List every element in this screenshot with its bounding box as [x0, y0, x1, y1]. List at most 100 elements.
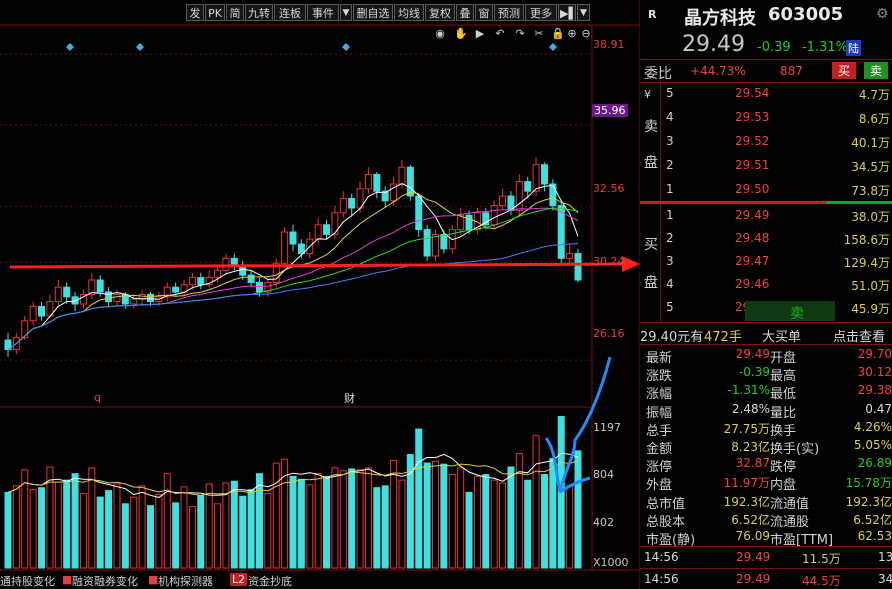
candle-body: [432, 233, 439, 257]
candle-body: [222, 257, 230, 271]
volume-bar: [63, 479, 71, 569]
candle-body: [515, 181, 523, 211]
ask-price[interactable]: 29.52: [735, 134, 769, 148]
ask-price[interactable]: 29.53: [735, 110, 769, 124]
tab-bottom-fishing[interactable]: 资金抄底: [248, 573, 292, 589]
stat-label-2: 最低: [770, 387, 797, 403]
ask-price[interactable]: 29.51: [735, 158, 769, 172]
volume-bar: [214, 503, 222, 569]
bid-price[interactable]: 29.47: [735, 254, 769, 268]
weibi-label: 委比: [644, 66, 672, 82]
stock-code: 603005: [768, 4, 844, 25]
stat-label: 涨跌: [646, 369, 673, 385]
bid-volume: 158.6万: [843, 233, 890, 247]
bid-price[interactable]: 29.49: [735, 208, 769, 222]
tick-time: 14:56: [644, 572, 679, 586]
volume-bar: [381, 485, 389, 569]
tick-volume: 11.5万: [802, 552, 841, 566]
volume-bar: [515, 453, 523, 569]
volume-bar: [457, 467, 465, 569]
volume-bar: [121, 503, 129, 569]
volume-bar: [473, 475, 481, 569]
volume-bar: [29, 489, 37, 569]
bid-price[interactable]: 29.46: [735, 277, 769, 291]
stat-label-2: 流通值: [770, 496, 810, 512]
ask-volume: 34.5万: [851, 160, 890, 174]
volume-bar: [155, 493, 163, 569]
stat-value-2: 62.53: [857, 529, 892, 543]
event-marker-diamond: [342, 43, 350, 51]
candle-body: [323, 224, 331, 235]
volume-bars-group: [4, 416, 582, 569]
stat-value-2: 29.70: [857, 347, 892, 361]
candle-body: [440, 233, 448, 250]
stat-value: 8.23亿: [731, 440, 770, 454]
moving-average-line: [7, 243, 579, 351]
candle-body: [465, 214, 473, 231]
candle-body: [172, 286, 180, 293]
stat-value-2: 26.89: [857, 456, 892, 471]
volume-bar: [507, 466, 515, 569]
indicator-tabs: 通持股变化 ■ 融资融券变化 ■ 机构探测器 L2 资金抄底: [0, 571, 592, 589]
tab-margin-trading[interactable]: 融资融券变化: [72, 573, 138, 589]
ask-price[interactable]: 29.54: [735, 86, 769, 100]
volume-bar: [566, 485, 574, 569]
sell-button[interactable]: 卖: [864, 62, 889, 79]
ask-level: 2: [666, 158, 674, 172]
ask-level: 1: [666, 182, 674, 196]
candle-body: [113, 293, 121, 303]
price-label-1: 38.91: [593, 38, 625, 51]
stat-value-2: 5.05%: [853, 438, 892, 452]
volume-bar: [398, 479, 406, 569]
logo: R: [648, 8, 657, 21]
candlestick-chart[interactable]: [0, 0, 640, 589]
tab-marker-icon: ■: [62, 573, 73, 586]
bid-level: 5: [666, 300, 674, 314]
gear-icon[interactable]: ⚙: [876, 6, 889, 22]
candle-body: [406, 166, 414, 197]
l2-badge: L2: [230, 573, 248, 586]
candle-body: [247, 274, 255, 283]
stat-value-2: 15.78万: [845, 476, 892, 491]
volume-bar: [482, 474, 490, 569]
candle-body: [490, 205, 498, 226]
candle-body: [398, 166, 406, 185]
ask-price[interactable]: 29.50: [735, 182, 769, 196]
volume-bar: [96, 496, 104, 569]
candle-body: [364, 173, 372, 190]
event-marker-diamond: [549, 43, 557, 51]
volume-bar: [331, 467, 339, 569]
stat-label: 最新: [646, 351, 673, 366]
event-markers-group: [66, 43, 557, 51]
volume-bar: [180, 486, 188, 569]
q-marker[interactable]: q: [94, 391, 101, 404]
financial-report-marker[interactable]: 财: [344, 390, 355, 406]
big-order-view-link[interactable]: 点击查看: [833, 326, 885, 345]
candle-body: [96, 279, 104, 293]
bid-price[interactable]: 29.48: [735, 231, 769, 245]
support-line-annotation: [9, 262, 629, 269]
candle-body: [63, 286, 71, 298]
tick-extra: 13: [878, 550, 892, 564]
volume-bar: [297, 478, 305, 569]
tab-marker-icon: ■: [148, 573, 159, 586]
stat-label: 金额: [646, 442, 673, 457]
ask-level: 5: [666, 86, 674, 100]
stat-value-2: 29.38: [857, 383, 892, 398]
tick-extra: 34: [878, 572, 892, 586]
tab-holding-change[interactable]: 通持股变化: [0, 573, 55, 589]
tick-volume: 44.5万: [802, 574, 841, 588]
candle-body: [54, 286, 62, 303]
bid-side-label: 买: [644, 237, 658, 253]
candle-body: [566, 253, 574, 259]
tab-institution-detector[interactable]: 机构探测器: [158, 573, 213, 589]
volume-bar: [222, 482, 230, 569]
volume-bar: [364, 467, 372, 569]
ask-volume: 8.6万: [858, 112, 890, 126]
candle-body: [255, 281, 263, 293]
buy-button[interactable]: 买: [832, 62, 857, 79]
candle-body: [29, 305, 37, 322]
stat-label-2: 量比: [770, 405, 797, 421]
candle-body: [197, 277, 205, 286]
bid5-sell-tag: 卖: [790, 306, 804, 322]
